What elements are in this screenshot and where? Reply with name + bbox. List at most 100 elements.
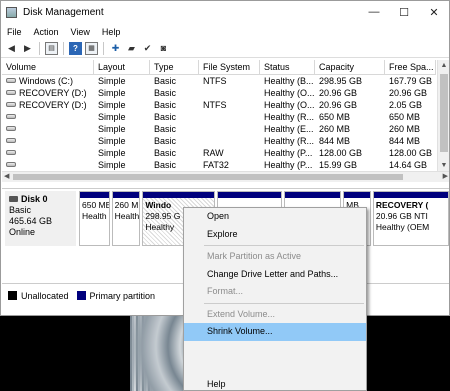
table-row[interactable]: Windows (C:) Simple Basic NTFS Healthy (B...… — [2, 75, 436, 87]
column-header-layout[interactable]: Layout — [94, 60, 150, 74]
table-cell-text: Basic — [154, 88, 177, 98]
table-cell: 298.95 GB — [315, 75, 385, 87]
context-menu-item-shrink-volume[interactable]: Shrink Volume... — [184, 323, 366, 341]
volume-table-header: Volume Layout Type File System Status Ca… — [2, 60, 436, 75]
table-row[interactable]: Simple Basic Healthy (R... 844 MB 844 MB — [2, 135, 436, 147]
close-button[interactable]: ✕ — [419, 6, 449, 19]
disk-status: Online — [9, 227, 36, 237]
table-cell-text: RECOVERY (D:) — [19, 88, 87, 98]
table-row[interactable]: RECOVERY (D:) Simple Basic NTFS Healthy (O..… — [2, 99, 436, 111]
disk-check-icon[interactable]: ✔ — [141, 42, 154, 55]
table-cell: RECOVERY (D:) — [2, 87, 94, 99]
table-cell-text: 14.64 GB — [389, 160, 428, 170]
table-cell: Simple — [94, 147, 150, 159]
table-cell: Simple — [94, 99, 150, 111]
context-menu-item-explore[interactable]: Explore — [184, 226, 366, 244]
disk-management-app-icon — [6, 6, 17, 18]
partition-block[interactable]: 650 ME Health — [79, 191, 110, 246]
partition-block[interactable]: RECOVERY (20.96 GB NTI Healthy (OEM — [372, 191, 449, 246]
volume-table-vertical-scrollbar[interactable]: ▲ ▼ — [437, 60, 449, 171]
table-cell-text: Simple — [98, 76, 126, 86]
forward-arrow-icon[interactable]: ▶ — [21, 42, 34, 55]
table-cell: Simple — [94, 75, 150, 87]
table-row[interactable]: Simple Basic RAW Healthy (P... 128.00 GB 128.… — [2, 147, 436, 159]
table-cell — [199, 123, 260, 135]
disk-refresh-icon[interactable]: ◙ — [157, 42, 170, 55]
title-bar[interactable]: Disk Management — ☐ ✕ — [1, 1, 449, 23]
partition-status: Health — [114, 211, 140, 221]
column-header-capacity[interactable]: Capacity — [315, 60, 385, 74]
context-menu-item-format: Format... — [207, 286, 244, 296]
table-cell-text: 260 MB — [319, 124, 351, 134]
disk-list-icon[interactable]: ▤ — [45, 42, 58, 55]
partition-size: 20.96 GB NTI — [375, 211, 428, 221]
folder-open-icon[interactable]: ▰ — [125, 42, 138, 55]
table-cell: Basic — [150, 123, 199, 135]
table-cell: NTFS — [199, 99, 260, 111]
table-cell — [2, 135, 94, 147]
table-row[interactable]: Simple Basic Healthy (E... 260 MB 260 MB — [2, 123, 436, 135]
menu-bar: File Action View Help — [1, 23, 449, 40]
minimize-button[interactable]: — — [359, 6, 389, 19]
menu-separator — [204, 302, 364, 304]
table-cell-text: NTFS — [203, 76, 227, 86]
menu-separator — [204, 245, 364, 246]
table-cell — [199, 111, 260, 123]
table-cell: FAT32 — [199, 159, 260, 171]
table-row[interactable]: Simple Basic FAT32 Healthy (P... 15.99 GB 14.… — [2, 159, 436, 171]
scroll-down-icon[interactable]: ▼ — [438, 162, 449, 169]
context-menu-item-open[interactable]: Open — [184, 208, 366, 226]
table-cell: Healthy (R... — [260, 135, 315, 147]
table-cell-text: Healthy (R... — [264, 136, 315, 146]
menu-view[interactable]: View — [71, 27, 90, 37]
table-cell-text: Windows (C:) — [19, 76, 74, 86]
drive-icon — [6, 162, 16, 167]
table-cell-text: 20.96 GB — [389, 88, 428, 98]
context-menu-item-change-drive-letter-and-paths[interactable]: Change Drive Letter and Paths... — [184, 266, 366, 284]
table-cell-text: Simple — [98, 148, 126, 158]
table-cell: 844 MB — [315, 135, 385, 147]
settings-icon[interactable]: ✚ — [109, 42, 122, 55]
back-arrow-icon[interactable]: ◀ — [5, 42, 18, 55]
table-cell: 844 MB — [385, 135, 436, 147]
table-cell: Basic — [150, 99, 199, 111]
table-cell — [2, 123, 94, 135]
table-cell-text: 298.95 GB — [319, 76, 363, 86]
drive-icon — [6, 90, 16, 95]
column-header-file-system[interactable]: File System — [199, 60, 260, 74]
table-row[interactable]: Simple Basic Healthy (R... 650 MB 650 MB — [2, 111, 436, 123]
scrollbar-thumb[interactable] — [440, 74, 448, 152]
help-icon[interactable]: ? — [69, 42, 82, 55]
scroll-left-icon[interactable]: ◀ — [4, 172, 9, 180]
table-cell: 650 MB — [315, 111, 385, 123]
maximize-button[interactable]: ☐ — [389, 6, 419, 19]
menu-file[interactable]: File — [7, 27, 22, 37]
table-cell — [199, 135, 260, 147]
properties-icon[interactable]: ▦ — [85, 42, 98, 55]
scroll-up-icon[interactable]: ▲ — [438, 62, 449, 69]
menu-action[interactable]: Action — [34, 27, 59, 37]
scrollbar-thumb[interactable] — [13, 174, 403, 180]
legend-label-primary: Primary partition — [89, 290, 156, 301]
table-cell: RAW — [199, 147, 260, 159]
menu-help[interactable]: Help — [102, 27, 121, 37]
column-header-free-space[interactable]: Free Spa... — [385, 60, 436, 74]
table-cell: Simple — [94, 135, 150, 147]
scroll-right-icon[interactable]: ▶ — [443, 172, 448, 180]
table-cell: Healthy (O... — [260, 87, 315, 99]
table-cell: 128.00 GB — [385, 147, 436, 159]
drive-icon — [6, 150, 16, 155]
table-cell-text: 167.79 GB — [389, 76, 433, 86]
column-header-volume[interactable]: Volume — [2, 60, 94, 74]
disk-info-panel[interactable]: Disk 0 Basic 465.64 GB Online — [5, 191, 76, 246]
table-cell-text: Healthy (B... — [264, 76, 314, 86]
context-menu-item-mark-partition-as-active: Mark Partition as Active — [207, 251, 302, 261]
partition-block[interactable]: 260 M Health — [111, 191, 141, 246]
table-row[interactable]: RECOVERY (D:) Simple Basic Healthy (O... 20.… — [2, 87, 436, 99]
drive-icon — [6, 138, 16, 143]
column-header-status[interactable]: Status — [260, 60, 315, 74]
context-menu-item-help[interactable]: Help — [184, 376, 366, 391]
table-cell-text: Healthy (R... — [264, 112, 315, 122]
volume-table-horizontal-scrollbar[interactable]: ◀ ▶ — [2, 171, 449, 182]
column-header-type[interactable]: Type — [150, 60, 199, 74]
